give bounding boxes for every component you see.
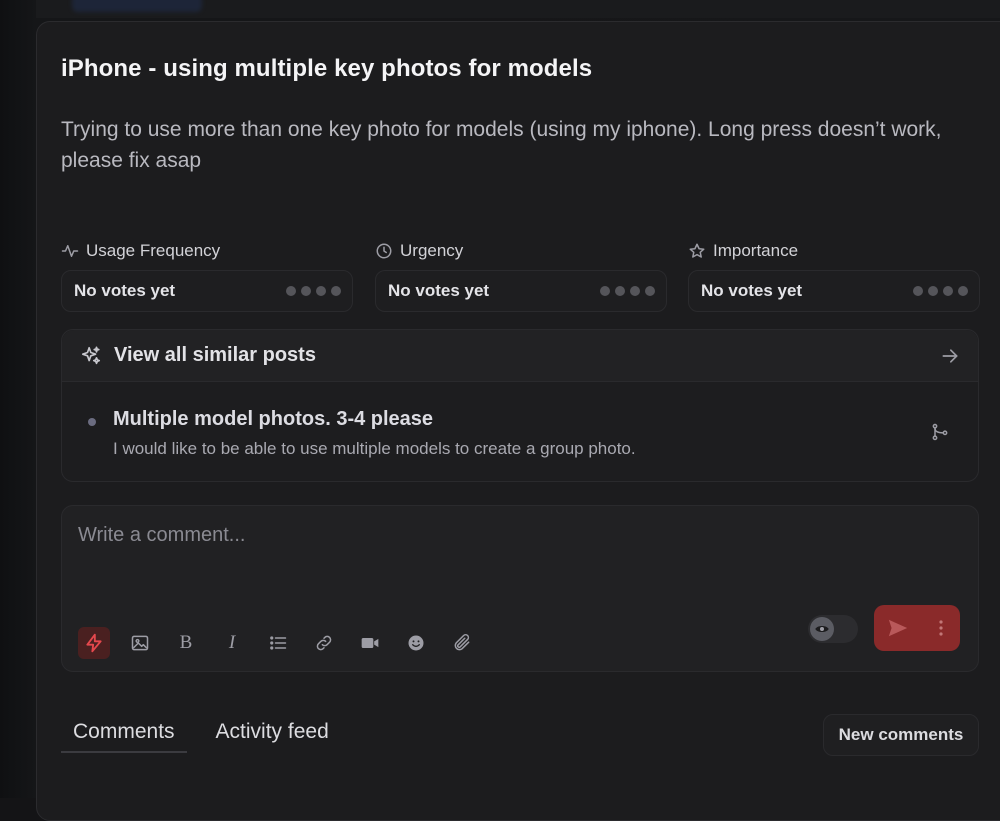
metric-value: No votes yet	[74, 281, 176, 300]
metric-usage-frequency: Usage Frequency No votes yet	[61, 240, 353, 312]
visibility-toggle[interactable]	[808, 615, 858, 643]
metric-value: No votes yet	[388, 281, 490, 300]
comment-composer: B I	[61, 505, 979, 672]
metric-label: Usage Frequency	[86, 241, 221, 260]
comment-input[interactable]	[78, 520, 778, 550]
vote-dots[interactable]	[913, 286, 968, 296]
send-icon	[888, 619, 908, 637]
bold-glyph: B	[179, 632, 193, 653]
clock-icon	[376, 243, 392, 259]
similar-post-item[interactable]: Multiple model photos. 3-4 please I woul…	[62, 382, 978, 482]
metric-label: Urgency	[400, 241, 464, 260]
similar-posts-card: View all similar posts Multiple model ph…	[61, 329, 979, 482]
metric-importance: Importance No votes yet	[688, 240, 980, 312]
emoji-icon[interactable]	[400, 627, 432, 659]
vote-dots[interactable]	[286, 286, 341, 296]
eye-icon	[810, 617, 834, 641]
image-icon[interactable]	[124, 627, 156, 659]
similar-post-title: Multiple model photos. 3-4 please	[113, 408, 434, 430]
blurred-top-button[interactable]	[72, 0, 202, 12]
metric-value: No votes yet	[701, 281, 803, 300]
comment-tabs: Comments Activity feed	[61, 712, 341, 753]
comment-toolbar: B I	[78, 627, 478, 659]
tab-activity-feed[interactable]: Activity feed	[204, 712, 341, 752]
bullet-dot	[88, 418, 96, 426]
vote-selector[interactable]: No votes yet	[61, 270, 353, 312]
send-button-group	[874, 605, 960, 651]
bold-icon[interactable]: B	[170, 627, 202, 659]
paperclip-icon[interactable]	[446, 627, 478, 659]
arrow-right-icon	[942, 348, 958, 363]
more-options-button[interactable]	[922, 605, 960, 651]
tab-comments[interactable]: Comments	[61, 712, 187, 753]
post-description: Trying to use more than one key photo fo…	[61, 118, 942, 172]
lightning-icon[interactable]	[78, 627, 110, 659]
metric-urgency: Urgency No votes yet	[375, 240, 667, 312]
italic-glyph: I	[228, 632, 236, 653]
sparkles-icon	[81, 345, 101, 364]
star-icon	[689, 243, 705, 258]
similar-post-description: I would like to be able to use multiple …	[113, 439, 636, 458]
similar-posts-label: View all similar posts	[114, 344, 316, 366]
more-vertical-icon	[939, 620, 943, 636]
new-comments-button[interactable]: New comments	[823, 714, 979, 756]
post-title: iPhone - using multiple key photos for m…	[61, 55, 593, 82]
top-strip	[36, 0, 1000, 18]
view-similar-posts-button[interactable]: View all similar posts	[62, 330, 978, 382]
italic-icon[interactable]: I	[216, 627, 248, 659]
activity-icon	[61, 245, 79, 257]
vote-selector[interactable]: No votes yet	[688, 270, 980, 312]
link-icon[interactable]	[308, 627, 340, 659]
list-icon[interactable]	[262, 627, 294, 659]
merge-icon[interactable]	[930, 422, 950, 442]
vote-selector[interactable]: No votes yet	[375, 270, 667, 312]
send-button[interactable]	[874, 605, 922, 651]
video-icon[interactable]	[354, 627, 386, 659]
metric-label: Importance	[713, 241, 799, 260]
vote-dots[interactable]	[600, 286, 655, 296]
